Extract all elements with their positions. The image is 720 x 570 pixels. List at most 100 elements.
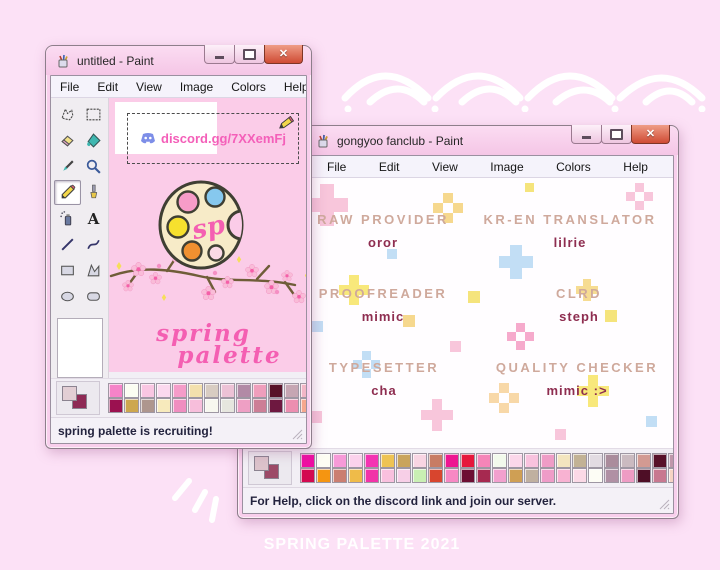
palette-swatch[interactable] [412, 453, 427, 468]
palette-swatch[interactable] [300, 453, 315, 468]
tool-select-icon[interactable] [80, 102, 107, 127]
tool-pencil-icon[interactable] [54, 180, 81, 205]
palette-swatch[interactable] [188, 383, 203, 398]
menu-colors[interactable]: Colors [547, 160, 600, 174]
tool-rounded-rectangle-icon[interactable] [80, 284, 107, 309]
palette-swatch[interactable] [652, 468, 667, 483]
palette-swatch[interactable] [316, 453, 331, 468]
palette-swatch[interactable] [204, 398, 219, 413]
tool-ellipse-icon[interactable] [54, 284, 81, 309]
left-canvas[interactable]: discord.gg/7XXemFj [109, 98, 306, 372]
palette-swatch[interactable] [492, 453, 507, 468]
palette-swatch[interactable] [220, 398, 235, 413]
palette-swatch[interactable] [284, 383, 299, 398]
tool-fill-icon[interactable] [80, 128, 107, 153]
palette-swatch[interactable] [156, 383, 171, 398]
palette-swatch[interactable] [556, 453, 571, 468]
right-color-picker[interactable] [248, 451, 292, 485]
palette-swatch[interactable] [508, 453, 523, 468]
left-titlebar[interactable]: untitled - Paint ✕ [46, 46, 311, 75]
palette-swatch[interactable] [524, 453, 539, 468]
palette-swatch[interactable] [540, 468, 555, 483]
palette-swatch[interactable] [380, 453, 395, 468]
palette-swatch[interactable] [460, 468, 475, 483]
foreground-color[interactable] [254, 456, 269, 471]
palette-swatch[interactable] [444, 453, 459, 468]
palette-swatch[interactable] [220, 383, 235, 398]
palette-swatch[interactable] [636, 468, 651, 483]
palette-swatch[interactable] [348, 468, 363, 483]
palette-swatch[interactable] [300, 383, 307, 398]
palette-swatch[interactable] [364, 468, 379, 483]
close-button[interactable]: ✕ [631, 125, 670, 144]
palette-swatch[interactable] [652, 453, 667, 468]
menu-edit[interactable]: Edit [370, 160, 409, 174]
palette-swatch[interactable] [236, 383, 251, 398]
palette-swatch[interactable] [620, 468, 635, 483]
palette-swatch[interactable] [572, 453, 587, 468]
tool-curve-icon[interactable] [80, 232, 107, 257]
menu-edit[interactable]: Edit [88, 80, 127, 94]
palette-swatch[interactable] [604, 453, 619, 468]
menu-help[interactable]: Help [275, 80, 307, 94]
palette-swatch[interactable] [668, 453, 674, 468]
tool-brush-icon[interactable] [80, 180, 107, 205]
palette-swatch[interactable] [108, 383, 123, 398]
palette-swatch[interactable] [108, 398, 123, 413]
palette-swatch[interactable] [476, 453, 491, 468]
tool-text-icon[interactable]: A [80, 206, 107, 231]
tool-rectangle-icon[interactable] [54, 258, 81, 283]
tool-polygon-icon[interactable] [80, 258, 107, 283]
discord-link[interactable]: discord.gg/7XXemFj [161, 131, 286, 146]
tool-magnifier-icon[interactable] [80, 154, 107, 179]
maximize-button[interactable] [601, 125, 632, 144]
palette-swatch[interactable] [636, 453, 651, 468]
palette-swatch[interactable] [428, 453, 443, 468]
palette-swatch[interactable] [604, 468, 619, 483]
palette-swatch[interactable] [380, 468, 395, 483]
palette-swatch[interactable] [588, 453, 603, 468]
palette-swatch[interactable] [348, 453, 363, 468]
palette-swatch[interactable] [620, 453, 635, 468]
tool-free-form-select-icon[interactable] [54, 102, 81, 127]
palette-swatch[interactable] [396, 453, 411, 468]
minimize-button[interactable] [204, 45, 235, 64]
palette-swatch[interactable] [428, 468, 443, 483]
palette-swatch[interactable] [140, 383, 155, 398]
palette-swatch[interactable] [332, 468, 347, 483]
palette-swatch[interactable] [140, 398, 155, 413]
palette-swatch[interactable] [364, 453, 379, 468]
menu-file[interactable]: File [51, 80, 88, 94]
resize-grip-icon[interactable] [659, 499, 670, 510]
palette-swatch[interactable] [236, 398, 251, 413]
palette-swatch[interactable] [508, 468, 523, 483]
menu-file[interactable]: File [318, 160, 355, 174]
palette-swatch[interactable] [172, 398, 187, 413]
menu-view[interactable]: View [423, 160, 467, 174]
palette-swatch[interactable] [588, 468, 603, 483]
palette-swatch[interactable] [332, 453, 347, 468]
palette-swatch[interactable] [268, 398, 283, 413]
close-button[interactable]: ✕ [264, 45, 303, 64]
left-color-picker[interactable] [56, 381, 100, 415]
tool-line-icon[interactable] [54, 232, 81, 257]
palette-swatch[interactable] [204, 383, 219, 398]
palette-swatch[interactable] [316, 468, 331, 483]
menu-colors[interactable]: Colors [222, 80, 275, 94]
tool-eraser-icon[interactable] [54, 128, 81, 153]
palette-swatch[interactable] [524, 468, 539, 483]
palette-swatch[interactable] [300, 468, 315, 483]
palette-swatch[interactable] [252, 383, 267, 398]
menu-view[interactable]: View [127, 80, 171, 94]
tool-color-picker-icon[interactable] [54, 154, 81, 179]
palette-swatch[interactable] [300, 398, 307, 413]
palette-swatch[interactable] [572, 468, 587, 483]
palette-swatch[interactable] [460, 453, 475, 468]
foreground-color[interactable] [62, 386, 77, 401]
palette-swatch[interactable] [476, 468, 491, 483]
palette-swatch[interactable] [444, 468, 459, 483]
palette-swatch[interactable] [124, 383, 139, 398]
selection-box[interactable]: discord.gg/7XXemFj [127, 113, 299, 164]
palette-swatch[interactable] [172, 383, 187, 398]
menu-image[interactable]: Image [481, 160, 532, 174]
